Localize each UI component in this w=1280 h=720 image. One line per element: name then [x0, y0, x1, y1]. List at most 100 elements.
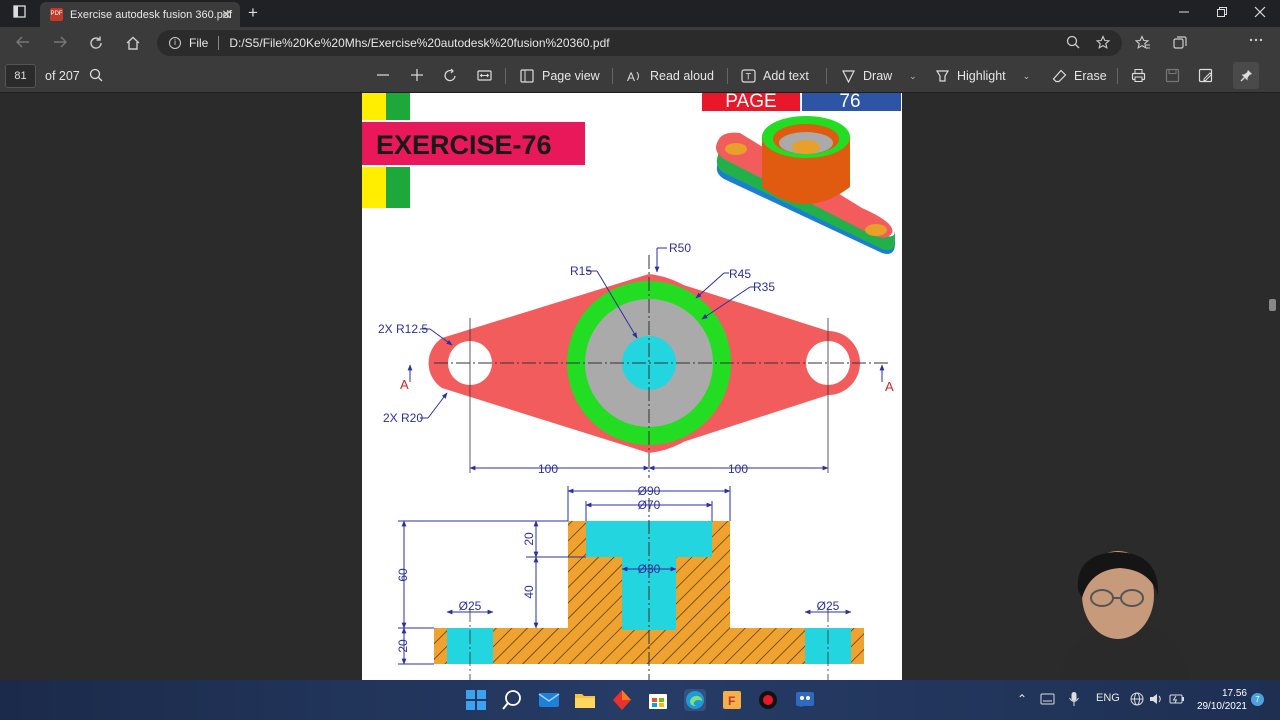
favorites-icon[interactable]: [1134, 35, 1151, 55]
tab-pdf[interactable]: PDF Exercise autodesk fusion 360.pdf ✕: [40, 2, 240, 27]
exercise-title: EXERCISE-76: [376, 130, 552, 160]
keyboard-icon[interactable]: [1040, 693, 1055, 708]
battery-icon[interactable]: [1169, 693, 1185, 708]
pdf-viewer[interactable]: EXERCISE-76 PAGE 76 R50 R15 R45 R35 2X R…: [0, 93, 1280, 680]
close-window-button[interactable]: [1254, 6, 1266, 21]
yellow-stripe: [362, 167, 386, 208]
add-text-button[interactable]: T Add text: [741, 69, 809, 83]
dim-60: 60: [396, 568, 410, 582]
language-indicator[interactable]: ENG: [1096, 692, 1120, 704]
section-a-right: A: [885, 379, 894, 394]
tab-actions-icon[interactable]: [13, 5, 26, 21]
dim-d70: Ø70: [638, 498, 661, 512]
page-label: PAGE: [725, 93, 776, 112]
windows-taskbar: F ⌃ ENG 17.56 29/10/2021 7: [0, 680, 1280, 720]
erase-button[interactable]: Erase: [1052, 69, 1107, 83]
add-text-label: Add text: [763, 69, 809, 83]
svg-text:T: T: [746, 72, 752, 82]
draw-dropdown-icon[interactable]: ⌄: [909, 71, 917, 82]
dim-40: 40: [522, 585, 536, 599]
save-as-icon[interactable]: [1198, 68, 1213, 83]
minimize-button[interactable]: [1178, 6, 1190, 21]
section-a-left: A: [400, 377, 409, 392]
pdf-toolbar: 81 of 207 Page view A Read aloud T Add t…: [0, 59, 1280, 93]
url-scheme-label: File: [189, 36, 209, 50]
toolbar-divider: [826, 68, 827, 84]
dim-20-bottom: 20: [396, 639, 410, 653]
fit-page-icon[interactable]: [477, 68, 492, 83]
zoom-in-icon[interactable]: [410, 68, 424, 82]
more-menu-icon[interactable]: [1249, 33, 1263, 51]
search-icon[interactable]: [89, 68, 103, 82]
restore-button[interactable]: [1216, 6, 1228, 21]
page-view-icon: [520, 69, 534, 83]
dim-r20: 2X R20: [383, 411, 423, 425]
url-text: D:/S5/File%20Ke%20Mhs/Exercise%20autodes…: [229, 36, 610, 50]
search-taskbar-icon[interactable]: [501, 689, 523, 711]
dim-20-top: 20: [522, 532, 536, 546]
zoom-icon[interactable]: [1066, 35, 1080, 53]
add-text-icon: T: [741, 69, 756, 83]
yellow-stripe: [362, 93, 386, 120]
toolbar-divider: [1117, 68, 1118, 84]
dim-r45: R45: [729, 267, 751, 281]
tab-close-button[interactable]: ✕: [221, 7, 232, 23]
collections-icon[interactable]: [1172, 35, 1188, 55]
tray-chevron-icon[interactable]: ⌃: [1017, 692, 1027, 706]
rotate-icon[interactable]: [443, 68, 458, 83]
clock-time: 17.56: [1221, 688, 1247, 699]
draw-label: Draw: [863, 69, 893, 83]
svg-text:A: A: [627, 70, 635, 83]
toolbar-divider: [505, 68, 506, 84]
webcam-overlay: [1020, 540, 1280, 680]
pdf-file-icon: PDF: [50, 8, 63, 21]
dim-r15: R15: [570, 264, 592, 278]
dim-r35: R35: [753, 280, 775, 294]
dim-d30: Ø30: [638, 562, 661, 576]
meet-icon[interactable]: [794, 689, 816, 711]
home-icon[interactable]: [125, 35, 141, 55]
draw-button[interactable]: Draw ⌄: [841, 69, 917, 83]
save-icon[interactable]: [1165, 68, 1180, 83]
dim-d25-left: Ø25: [459, 599, 482, 613]
highlight-dropdown-icon[interactable]: ⌄: [1023, 71, 1031, 82]
edge-browser-icon[interactable]: [684, 689, 706, 711]
zoom-out-icon[interactable]: [376, 68, 390, 82]
pdf-page: EXERCISE-76 PAGE 76 R50 R15 R45 R35 2X R…: [362, 93, 902, 680]
back-icon[interactable]: [15, 35, 31, 53]
erase-label: Erase: [1074, 69, 1107, 83]
page-number: 76: [839, 93, 860, 112]
highlight-button[interactable]: Highlight ⌄: [935, 69, 1030, 83]
add-favorite-icon[interactable]: [1095, 35, 1112, 55]
print-icon[interactable]: [1131, 68, 1146, 83]
top-view: [428, 255, 890, 478]
forward-icon[interactable]: [52, 35, 68, 53]
recorder-icon[interactable]: [757, 689, 779, 711]
taskbar-clock[interactable]: 17.56 29/10/2021: [1193, 687, 1247, 713]
info-icon[interactable]: i: [169, 37, 181, 49]
green-stripe: [386, 93, 410, 120]
pin-toolbar-icon[interactable]: [1233, 62, 1259, 89]
dim-r12-5: 2X R12.5: [378, 322, 428, 336]
new-tab-button[interactable]: +: [248, 3, 258, 23]
section-view: [434, 498, 864, 680]
microphone-icon[interactable]: [1068, 691, 1080, 710]
start-button-icon[interactable]: [465, 689, 487, 711]
read-aloud-button[interactable]: A Read aloud: [627, 69, 714, 83]
notification-badge[interactable]: 7: [1251, 693, 1264, 706]
fusion-360-icon[interactable]: F: [721, 689, 743, 711]
url-field[interactable]: i File D:/S5/File%20Ke%20Mhs/Exercise%20…: [157, 30, 1122, 56]
network-icon[interactable]: [1130, 692, 1144, 709]
store-icon[interactable]: [647, 689, 669, 711]
read-aloud-icon: A: [627, 70, 639, 83]
scroll-thumb[interactable]: [1269, 299, 1276, 311]
mail-icon[interactable]: [538, 689, 560, 711]
office-app-icon[interactable]: [611, 689, 633, 711]
volume-icon[interactable]: [1149, 692, 1163, 709]
green-stripe: [386, 167, 410, 208]
file-explorer-icon[interactable]: [574, 689, 596, 711]
page-number-input[interactable]: 81: [5, 64, 36, 88]
page-view-button[interactable]: Page view: [520, 69, 600, 83]
refresh-icon[interactable]: [88, 35, 104, 55]
toolbar-divider: [612, 68, 613, 84]
